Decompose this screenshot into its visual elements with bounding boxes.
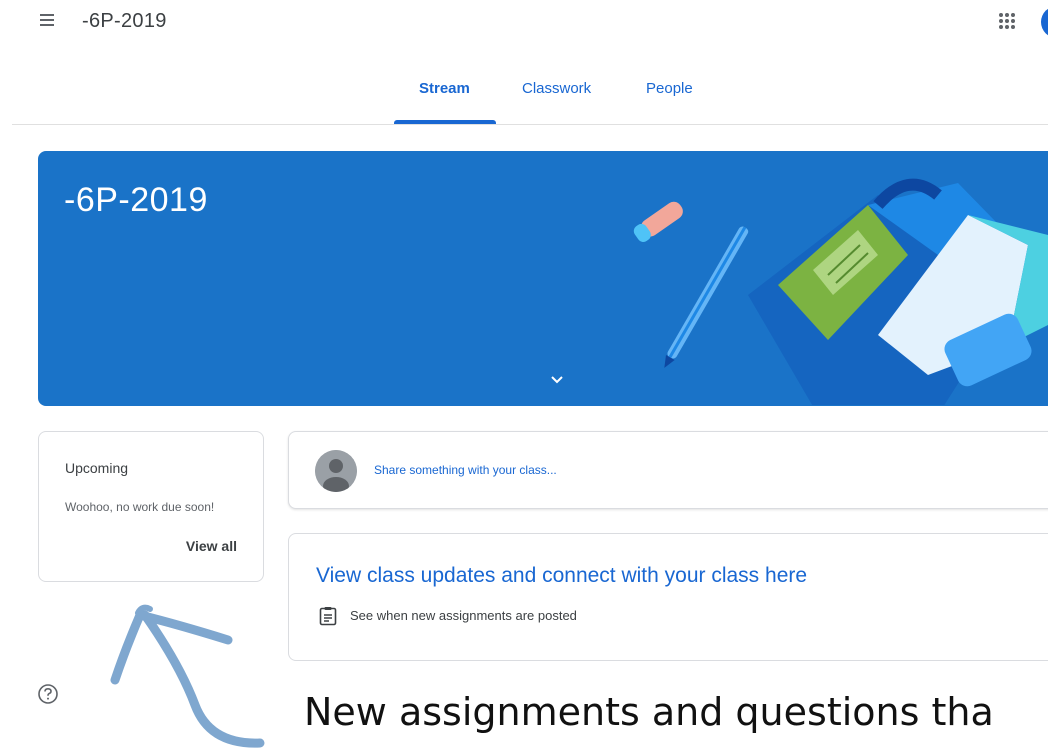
view-all-link[interactable]: View all <box>186 538 237 554</box>
user-avatar-icon <box>315 450 357 492</box>
apps-grid-icon[interactable] <box>996 10 1018 32</box>
banner-title: -6P-2019 <box>64 181 208 219</box>
chevron-down-icon[interactable] <box>546 369 568 391</box>
class-updates-card: View class updates and connect with your… <box>288 533 1048 661</box>
tab-people[interactable]: People <box>646 80 693 120</box>
tab-stream[interactable]: Stream <box>419 80 470 120</box>
annotation-arrow <box>110 604 265 748</box>
class-banner: -6P-2019 <box>38 151 1048 406</box>
annotation-caption: New assignments and questions tha <box>304 690 994 734</box>
upcoming-message: Woohoo, no work due soon! <box>65 500 215 514</box>
class-name-header: -6P-2019 <box>82 10 167 32</box>
account-avatar[interactable] <box>1041 6 1048 38</box>
tabs-divider <box>12 124 1048 125</box>
tab-classwork[interactable]: Classwork <box>522 80 591 120</box>
class-updates-title: View class updates and connect with your… <box>316 564 808 587</box>
share-placeholder: Share something with your class... <box>374 463 557 477</box>
help-icon[interactable] <box>37 683 59 705</box>
class-tabs: Stream Classwork People <box>0 66 1048 126</box>
menu-icon[interactable] <box>36 10 62 32</box>
assignment-icon <box>319 607 337 626</box>
upcoming-card: Upcoming Woohoo, no work due soon! View … <box>38 431 264 582</box>
backpack-illustration <box>633 178 1048 405</box>
class-updates-detail: See when new assignments are posted <box>350 608 577 623</box>
upcoming-title: Upcoming <box>65 460 129 476</box>
share-with-class-box[interactable]: Share something with your class... <box>288 431 1048 509</box>
